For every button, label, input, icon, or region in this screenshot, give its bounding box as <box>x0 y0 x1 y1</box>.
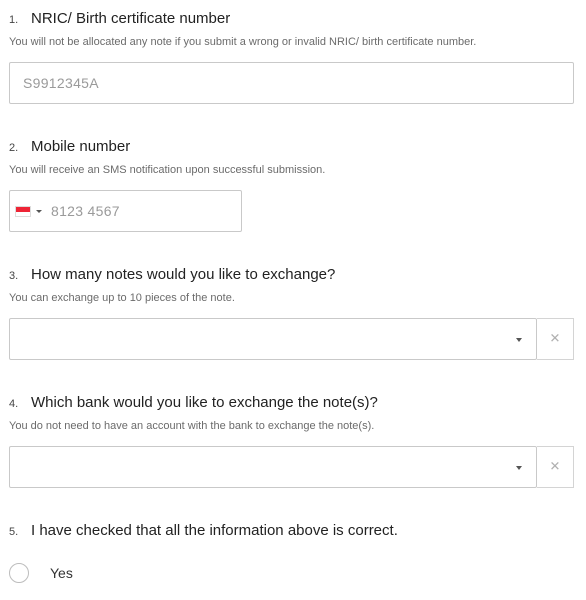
bank-clear-button[interactable]: ✕ <box>537 446 574 488</box>
question-3-title: How many notes would you like to exchang… <box>31 266 336 283</box>
question-3-description: You can exchange up to 10 pieces of the … <box>9 292 235 304</box>
close-icon: ✕ <box>549 331 561 347</box>
notes-count-clear-button[interactable]: ✕ <box>537 318 574 360</box>
question-5: 5. I have checked that all the informati… <box>9 522 579 539</box>
question-2-title: Mobile number <box>31 138 131 155</box>
nric-input-placeholder: S9912345A <box>23 75 99 91</box>
question-3-title-row: 3. How many notes would you like to exch… <box>9 266 579 283</box>
question-1-title: NRIC/ Birth certificate number <box>31 10 231 27</box>
singapore-flag-icon <box>15 206 31 217</box>
question-4-description: You do not need to have an account with … <box>9 420 375 432</box>
question-1-title-row: 1. NRIC/ Birth certificate number <box>9 10 579 27</box>
question-1-number: 1. <box>9 14 19 26</box>
close-icon: ✕ <box>549 459 561 475</box>
question-5-title-row: 5. I have checked that all the informati… <box>9 522 579 539</box>
question-3: 3. How many notes would you like to exch… <box>9 266 579 304</box>
country-code-selector[interactable] <box>15 191 45 231</box>
chevron-down-icon <box>36 210 42 213</box>
question-5-number: 5. <box>9 526 19 538</box>
mobile-number-input[interactable]: 8123 4567 <box>9 190 242 232</box>
bank-select[interactable] <box>9 446 537 488</box>
nric-input[interactable]: S9912345A <box>9 62 574 104</box>
question-2-number: 2. <box>9 142 19 154</box>
question-4: 4. Which bank would you like to exchange… <box>9 394 579 432</box>
yes-radio[interactable] <box>9 563 29 583</box>
question-3-number: 3. <box>9 270 19 282</box>
notes-count-select[interactable] <box>9 318 537 360</box>
question-4-title-row: 4. Which bank would you like to exchange… <box>9 394 579 411</box>
question-1: 1. NRIC/ Birth certificate number You wi… <box>9 10 579 48</box>
question-2-title-row: 2. Mobile number <box>9 138 579 155</box>
yes-radio-label[interactable]: Yes <box>50 565 73 581</box>
confirm-yes-option[interactable]: Yes <box>9 560 109 586</box>
question-4-number: 4. <box>9 398 19 410</box>
chevron-down-icon <box>516 466 522 470</box>
question-4-title: Which bank would you like to exchange th… <box>31 394 378 411</box>
question-2-description: You will receive an SMS notification upo… <box>9 164 326 176</box>
mobile-number-placeholder: 8123 4567 <box>51 203 120 219</box>
question-5-title: I have checked that all the information … <box>31 522 398 539</box>
question-1-description: You will not be allocated any note if yo… <box>9 36 477 48</box>
question-2: 2. Mobile number You will receive an SMS… <box>9 138 579 176</box>
chevron-down-icon <box>516 338 522 342</box>
